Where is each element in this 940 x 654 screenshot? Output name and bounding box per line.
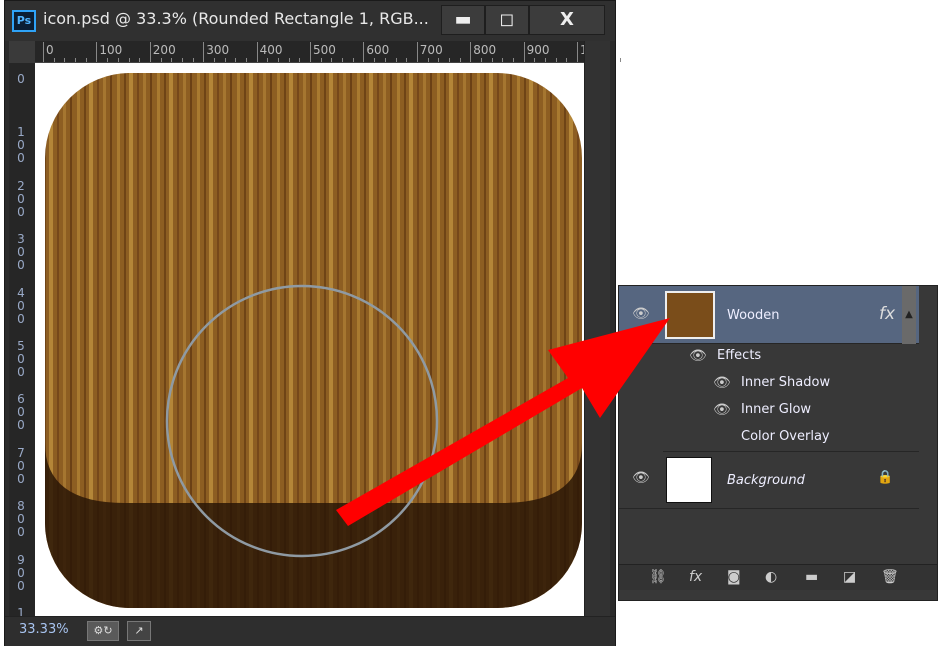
annotation-arrow xyxy=(336,318,670,526)
